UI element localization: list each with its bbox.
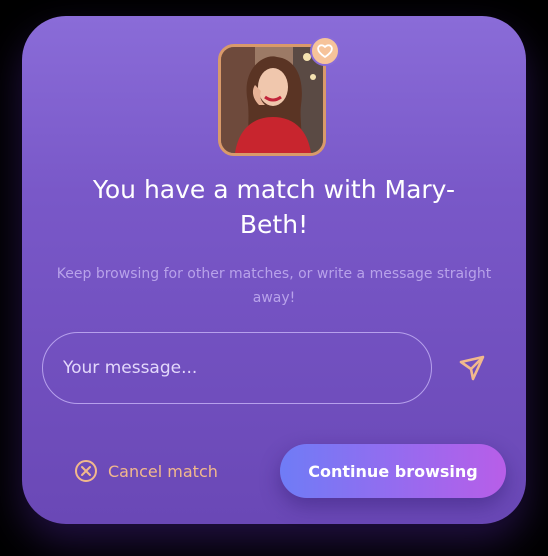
continue-browsing-button[interactable]: Continue browsing — [280, 444, 506, 498]
cancel-match-label: Cancel match — [108, 461, 218, 481]
match-dialog: You have a match with Mary-Beth! Keep br… — [22, 16, 526, 524]
close-circle-icon — [75, 460, 97, 482]
send-button[interactable] — [456, 352, 488, 384]
cancel-match-button[interactable]: Cancel match — [74, 456, 218, 486]
continue-browsing-label: Continue browsing — [308, 461, 478, 481]
profile-photo — [218, 44, 326, 156]
hearts-icon — [310, 36, 340, 66]
match-title: You have a match with Mary-Beth! — [92, 175, 456, 239]
profile-photo-group — [218, 36, 340, 156]
message-input[interactable] — [42, 332, 432, 404]
match-subtitle: Keep browsing for other matches, or writ… — [56, 266, 492, 306]
send-icon — [459, 355, 485, 381]
